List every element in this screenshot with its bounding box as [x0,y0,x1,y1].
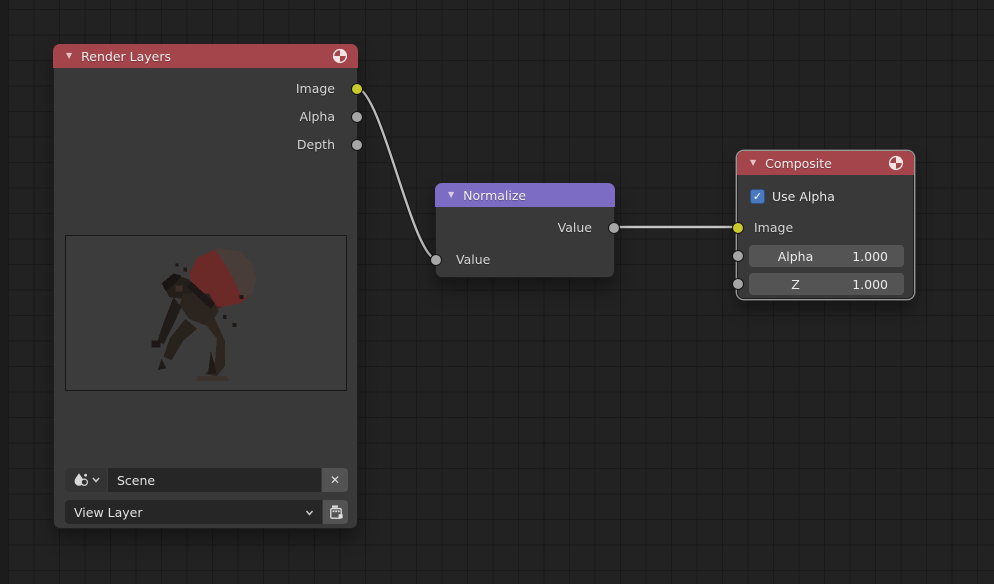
node-title: Render Layers [81,49,171,64]
composite-header[interactable]: ▼ Composite [737,151,914,175]
collapse-triangle-icon[interactable]: ▼ [66,44,72,68]
socket-input-z[interactable] [732,278,744,290]
z-value-slider[interactable]: Z 1.000 [749,273,904,295]
composite-node[interactable]: ▼ Composite ✓ Use Alpha Image Alpha 1.00… [737,151,914,299]
view-layer-icon [328,504,344,520]
view-layer-dropdown[interactable]: View Layer [65,500,322,524]
alpha-slider-value: 1.000 [852,249,888,264]
alpha-slider-label: Alpha [749,249,842,264]
input-label-value: Value [456,253,576,267]
normalize-node[interactable]: ▼ Normalize Value Value [435,183,615,278]
output-label-value: Value [472,221,592,235]
link-renderlayers-to-normalize[interactable] [358,88,436,259]
render-result-sphere-icon [332,48,348,64]
node-title: Composite [765,156,832,171]
alpha-value-slider[interactable]: Alpha 1.000 [749,245,904,267]
socket-output-value[interactable] [608,222,620,234]
z-slider-value: 1.000 [852,277,888,292]
use-alpha-checkbox[interactable]: ✓ [750,189,765,204]
preview-character [66,236,346,390]
view-layer-text: View Layer [65,505,143,520]
socket-input-value[interactable] [430,254,442,266]
z-slider-label: Z [749,277,842,292]
use-alpha-label: Use Alpha [772,190,835,204]
socket-output-depth[interactable] [351,139,363,151]
output-label-alpha: Alpha [215,110,335,124]
output-label-image: Image [215,82,335,96]
view-layer-icon-button[interactable] [323,500,348,524]
normalize-header[interactable]: ▼ Normalize [435,183,615,207]
output-label-depth: Depth [215,138,335,152]
collapse-triangle-icon[interactable]: ▼ [750,151,756,175]
render-layers-node[interactable]: ▼ Render Layers Image Alpha Depth [53,44,358,529]
scene-unlink-button[interactable]: ✕ [322,468,348,492]
scene-icon [73,472,89,488]
socket-input-image[interactable] [732,222,744,234]
close-icon: ✕ [330,473,340,487]
input-label-image: Image [754,221,793,235]
node-title: Normalize [463,188,526,203]
scene-selector-row: Scene ✕ [54,468,359,492]
scene-name-field[interactable]: Scene [108,468,321,492]
node-editor-canvas[interactable]: { "canvas": {"bg": "#222222", "grid_line… [0,0,994,584]
socket-output-alpha[interactable] [351,111,363,123]
socket-input-alpha[interactable] [732,250,744,262]
render-layers-header[interactable]: ▼ Render Layers [53,44,358,68]
scene-name-text: Scene [108,473,155,488]
render-preview-image [65,235,347,391]
socket-output-image[interactable] [351,83,363,95]
render-result-sphere-icon [888,155,904,171]
collapse-triangle-icon[interactable]: ▼ [448,183,454,207]
chevron-down-icon [92,477,100,483]
chevron-down-icon [305,510,314,516]
scene-browse-button[interactable] [65,468,107,492]
view-layer-row: View Layer [54,500,359,524]
